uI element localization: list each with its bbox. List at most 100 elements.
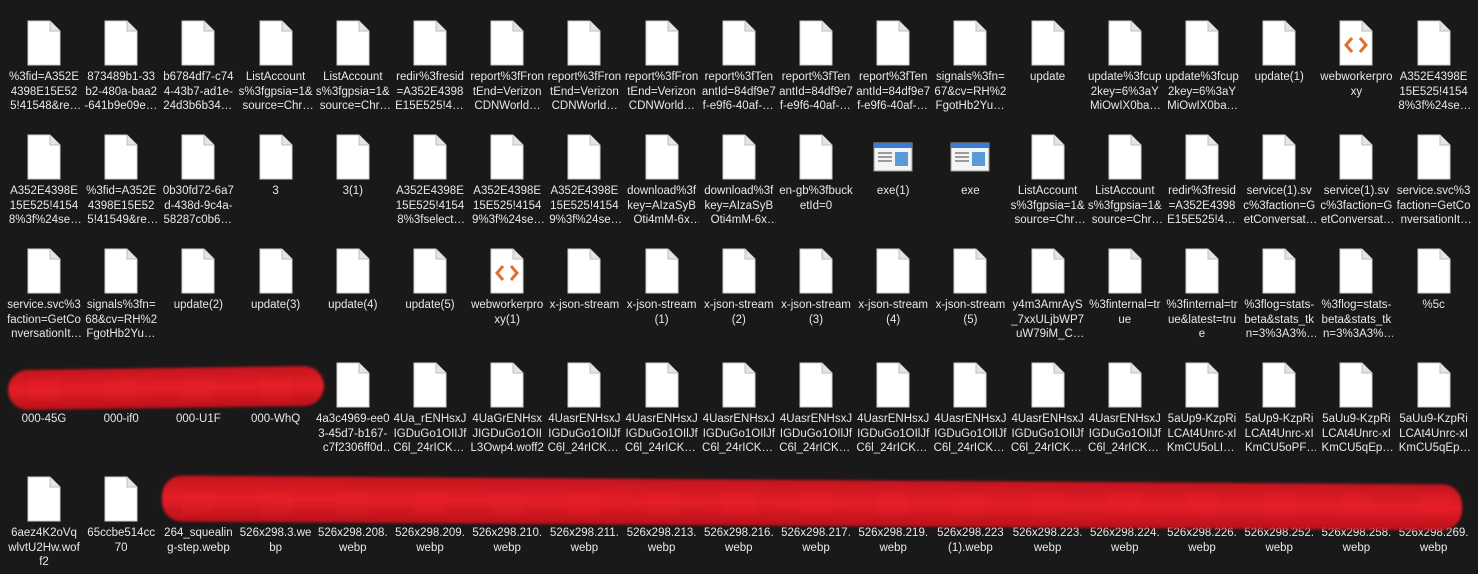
- file-item[interactable]: b6784df7-c744-43b7-ad1e-24d3b6b3457d…: [160, 14, 236, 118]
- doc-icon: [624, 356, 700, 408]
- file-item[interactable]: update%3fcup2key=6%3aYMiOwIX0baLrd…: [1164, 14, 1240, 118]
- file-item[interactable]: ListAccounts%3fgpsia=1&source=Chromi…: [1010, 128, 1086, 232]
- file-item[interactable]: report%3fTenantId=84df9e7f-e9f6-40af-b43…: [778, 14, 854, 118]
- file-item[interactable]: 4UasrENHsxJIGDuGo1OIlJfC6l_24rICK1Yo_Iq…: [701, 356, 777, 460]
- file-item[interactable]: service(1).svc%3faction=GetConversationI…: [1241, 128, 1317, 232]
- file-item[interactable]: 3: [238, 128, 314, 232]
- file-item[interactable]: 4UasrENHsxJIGDuGo1OIlJfC6l_24rICK1Yo_Iq…: [855, 356, 931, 460]
- file-name: 526x298.223(1).webp: [937, 527, 1004, 554]
- file-item[interactable]: en-gb%3fbucketId=0: [778, 128, 854, 232]
- file-name: report%3fTenantId=84df9e7f-e9f6-40af-b43…: [701, 71, 776, 112]
- file-item[interactable]: %3finternal=true&latest=true: [1164, 242, 1240, 346]
- file-name: 264_squealing-step.webp: [164, 527, 233, 554]
- file-item[interactable]: 4Ua_rENHsxJIGDuGo1OIIJfC6l_24rICK1Yo_Iq…: [392, 356, 468, 460]
- file-item[interactable]: webworkerproxy(1): [469, 242, 545, 346]
- file-item[interactable]: %3flog=stats-beta&stats_tkn=3%3A3%3A1…: [1241, 242, 1317, 346]
- file-item[interactable]: A352E4398E15E525!41548%3fselect=id%2C…: [392, 128, 468, 232]
- file-item[interactable]: %3fid=A352E4398E15E525!41548&resid=A3…: [6, 14, 82, 118]
- file-item[interactable]: exe: [932, 128, 1008, 232]
- file-name: update: [1030, 71, 1066, 83]
- file-item[interactable]: update: [1010, 14, 1086, 118]
- exe-icon: [932, 128, 1008, 180]
- doc-icon: [6, 14, 82, 66]
- file-item[interactable]: 5aUu9-KzpRiLCAt4Unrc-xIKmCU5qEp2iw.w…: [1396, 356, 1472, 460]
- file-item[interactable]: update(1): [1241, 14, 1317, 118]
- file-item[interactable]: y4m3AmrAyS_7xxULjbWP7uW79iM_CuWx…: [1010, 242, 1086, 346]
- file-item[interactable]: service.svc%3faction=GetConversationItem…: [1396, 128, 1472, 232]
- file-item[interactable]: signals%3fn=67&cv=RH%2FgotHb2Yuv2r…: [932, 14, 1008, 118]
- file-name: exe: [961, 185, 980, 197]
- file-item[interactable]: A352E4398E15E525!41549%3f%24select=%…: [546, 128, 622, 232]
- file-name: 4UasrENHsxJIGDuGo1OIlJfC6l_24rICK1Yo_Iq…: [856, 413, 930, 454]
- file-item[interactable]: redir%3fresid=A352E4398E15E525!41548&a…: [392, 14, 468, 118]
- file-item[interactable]: 4UasrENHsxJIGDuGo1OIlJfC6l_24rICK1Yo_Iq…: [546, 356, 622, 460]
- file-name: A352E4398E15E525!41548%3f%24select=%…: [1398, 71, 1469, 112]
- file-name: update(1): [1254, 71, 1304, 83]
- file-item[interactable]: A352E4398E15E525!41549%3f%24select=%…: [469, 128, 545, 232]
- file-name: 65ccbe514cc70: [87, 527, 156, 554]
- file-name: update(4): [328, 299, 378, 311]
- file-item[interactable]: download%3fkey=AIzaSyBOti4mM-6x9…: [624, 128, 700, 232]
- file-item[interactable]: 4UasrENHsxJIGDuGo1OIlJfC6l_24rICK1Yo_Iq…: [932, 356, 1008, 460]
- file-item[interactable]: %3finternal=true: [1087, 242, 1163, 346]
- file-name: 526x298.213.webp: [626, 527, 697, 554]
- file-item[interactable]: x-json-stream(2): [701, 242, 777, 346]
- file-item[interactable]: 3(1): [315, 128, 391, 232]
- file-item[interactable]: 4UasrENHsxJIGDuGo1OIlJfC6l_24rICK1Yo_Iq…: [778, 356, 854, 460]
- file-item[interactable]: ListAccounts%3fgpsia=1&source=Chromi…: [1087, 128, 1163, 232]
- file-item[interactable]: 5aUp9-KzpRiLCAt4Unrc-xIKmCU5oLIVnmhj…: [1164, 356, 1240, 460]
- file-item[interactable]: 6aez4K2oVqwlvtU2Hw.woff2: [6, 470, 82, 574]
- file-name: 526x298.224.webp: [1089, 527, 1160, 554]
- file-item[interactable]: update(3): [238, 242, 314, 346]
- doc-icon: [83, 128, 159, 180]
- doc-icon: [1241, 128, 1317, 180]
- file-item[interactable]: ListAccounts%3fgpsia=1&source=Chromi…: [238, 14, 314, 118]
- file-item[interactable]: report%3fFrontEnd=VerizonCDNWorldWi…: [469, 14, 545, 118]
- doc-icon: [932, 242, 1008, 294]
- file-item[interactable]: redir%3fresid=A352E4398E15E525!41549&a…: [1164, 128, 1240, 232]
- file-item[interactable]: %3flog=stats-beta&stats_tkn=3%3A3%3A1…: [1318, 242, 1394, 346]
- file-item[interactable]: update(4): [315, 242, 391, 346]
- doc-icon: [238, 128, 314, 180]
- file-name: 526x298.209.webp: [395, 527, 465, 554]
- file-item[interactable]: 5aUp9-KzpRiLCAt4Unrc-xIKmCU5oPFTnmh…: [1241, 356, 1317, 460]
- file-item[interactable]: 4UasrENHsxJIGDuGo1OIlJfC6l_24rICK1Yo_Iq…: [1087, 356, 1163, 460]
- file-name: 5aUp9-KzpRiLCAt4Unrc-xIKmCU5oPFTnmh…: [1244, 413, 1314, 454]
- doc-icon: [624, 128, 700, 180]
- file-item[interactable]: signals%3fn=68&cv=RH%2FgotHb2Yuv2r…: [83, 242, 159, 346]
- doc-icon: [1396, 14, 1472, 66]
- file-item[interactable]: x-json-stream(4): [855, 242, 931, 346]
- file-item[interactable]: 4UasrENHsxJIGDuGo1OIlJfC6l_24rICK1Yo_Iq…: [624, 356, 700, 460]
- file-item[interactable]: 65ccbe514cc70: [83, 470, 159, 574]
- file-item[interactable]: 4a3c4969-ee03-45d7-b167-c7f2306ff0d1%3…: [315, 356, 391, 460]
- file-name: report%3fTenantId=84df9e7f-e9f6-40af-b43…: [856, 71, 931, 112]
- file-item[interactable]: ListAccounts%3fgpsia=1&source=Chromi…: [315, 14, 391, 118]
- file-name: service.svc%3faction=GetConversationItem…: [1396, 185, 1471, 226]
- file-item[interactable]: exe(1): [855, 128, 931, 232]
- file-item[interactable]: report%3fTenantId=84df9e7f-e9f6-40af-b43…: [855, 14, 931, 118]
- file-item[interactable]: service.svc%3faction=GetConversationItem…: [6, 242, 82, 346]
- file-item[interactable]: download%3fkey=AIzaSyBOti4mM-6x9…: [701, 128, 777, 232]
- file-item[interactable]: update(2): [160, 242, 236, 346]
- file-item[interactable]: report%3fTenantId=84df9e7f-e9f6-40af-b43…: [701, 14, 777, 118]
- file-item[interactable]: report%3fFrontEnd=VerizonCDNWorldWi…: [546, 14, 622, 118]
- file-item[interactable]: 5aUu9-KzpRiLCAt4Unrc-xIKmCU5qEp2iw(1)…: [1318, 356, 1394, 460]
- file-item[interactable]: A352E4398E15E525!41548%3f%24select=%…: [1396, 14, 1472, 118]
- file-item[interactable]: update%3fcup2key=6%3aYMiOwIX0baLrd…: [1087, 14, 1163, 118]
- file-item[interactable]: x-json-stream(1): [624, 242, 700, 346]
- file-item[interactable]: 0b30fd72-6a7d-438d-9c4a-58287c0b67da%…: [160, 128, 236, 232]
- file-item[interactable]: A352E4398E15E525!41548%3f%24select=%…: [6, 128, 82, 232]
- file-item[interactable]: x-json-stream: [546, 242, 622, 346]
- file-item[interactable]: %3fid=A352E4398E15E525!41549&resid=A3…: [83, 128, 159, 232]
- file-item[interactable]: 4UasrENHsxJIGDuGo1OIlJfC6l_24rICK1Yo_Iq…: [1010, 356, 1086, 460]
- file-item[interactable]: %5c: [1396, 242, 1472, 346]
- file-item[interactable]: service(1).svc%3faction=GetConversationI…: [1318, 128, 1394, 232]
- file-item[interactable]: x-json-stream(5): [932, 242, 1008, 346]
- file-item[interactable]: webworkerproxy: [1318, 14, 1394, 118]
- file-item[interactable]: 873489b1-33b2-480a-baa2-641b9e09edcd%…: [83, 14, 159, 118]
- file-item[interactable]: 4UaGrENHsxJIGDuGo1OIIL3Owp4.woff2: [469, 356, 545, 460]
- file-item[interactable]: update(5): [392, 242, 468, 346]
- file-item[interactable]: report%3fFrontEnd=VerizonCDNWorldWi…: [624, 14, 700, 118]
- file-name: %5c: [1422, 299, 1445, 311]
- file-item[interactable]: x-json-stream(3): [778, 242, 854, 346]
